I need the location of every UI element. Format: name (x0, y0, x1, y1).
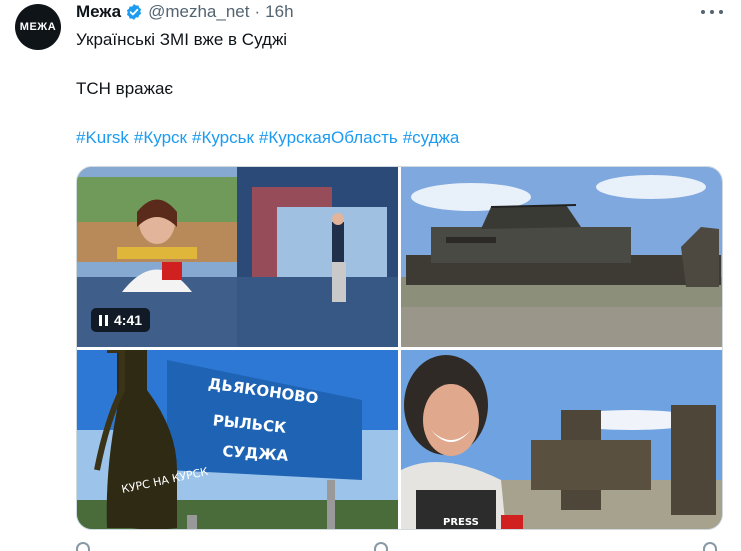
tweet-actions (76, 542, 723, 551)
verified-badge-icon (125, 3, 143, 21)
hashtag-link[interactable]: #Kursk (76, 128, 129, 147)
author-avatar[interactable]: МЕЖА (15, 4, 61, 50)
video-duration-badge: 4:41 (91, 308, 151, 332)
hashtag-link[interactable]: #КурскаяОбласть (259, 128, 398, 147)
tweet-text-line: ТСН вражає (76, 79, 174, 98)
hashtag-list: #Kursk #Курск #Курськ #КурскаяОбласть #суджа (76, 128, 464, 148)
hashtag-link[interactable]: #Курск (134, 128, 187, 147)
share-icon[interactable] (703, 542, 717, 551)
hashtag-link[interactable]: #суджа (403, 128, 460, 147)
pause-icon[interactable] (99, 314, 108, 326)
video-duration: 4:41 (114, 312, 143, 328)
author-handle[interactable]: @mezha_net (148, 2, 249, 22)
author-name[interactable]: Межа (76, 2, 121, 22)
tweet-timestamp[interactable]: 16h (265, 2, 293, 22)
like-icon[interactable] (374, 542, 388, 551)
video-thumbnail[interactable]: 4:41 (77, 167, 398, 347)
image-thumbnail[interactable]: PRESS (401, 350, 722, 529)
tweet-header: Межа @mezha_net · 16h (76, 1, 294, 23)
image-thumbnail[interactable] (401, 167, 722, 347)
header-separator: · (254, 2, 261, 21)
tweet-text-line: Українські ЗМІ вже в Суджі (76, 30, 288, 49)
image-thumbnail[interactable]: КУРС НА КУРСК ДЬЯКОНОВО РЫЛЬСК СУДЖА (77, 350, 398, 529)
hashtag-link[interactable]: #Курськ (192, 128, 254, 147)
reply-icon[interactable] (76, 542, 90, 551)
more-options-icon[interactable] (701, 4, 723, 20)
press-label: PRESS (443, 517, 479, 528)
media-grid: 4:41 КУРС НА КУРСК ДЬЯКОНОВО РЫЛЬСК СУДЖ… (76, 166, 723, 530)
